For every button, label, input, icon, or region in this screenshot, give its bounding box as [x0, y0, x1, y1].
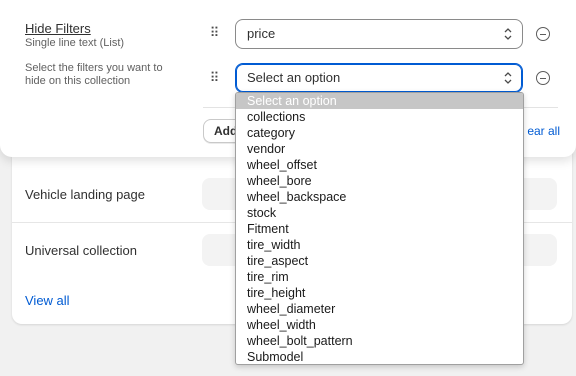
dropdown-option[interactable]: tire_rim: [236, 269, 523, 285]
field-type-subtitle: Single line text (List): [25, 37, 125, 49]
dropdown-option[interactable]: tire_width: [236, 237, 523, 253]
dropdown-option[interactable]: wheel_bolt_pattern: [236, 333, 523, 349]
dropdown-option[interactable]: collections: [236, 109, 523, 125]
dropdown-option[interactable]: tire_aspect: [236, 253, 523, 269]
field-description: Select the filters you want to hide on t…: [25, 62, 163, 87]
dropdown-option[interactable]: Fitment: [236, 221, 523, 237]
view-all-link[interactable]: View all: [25, 293, 70, 308]
dropdown-option[interactable]: Select an option: [236, 93, 523, 109]
filter-select-1[interactable]: price: [235, 19, 523, 49]
dropdown-option[interactable]: wheel_width: [236, 317, 523, 333]
dropdown-option[interactable]: Submodel: [236, 349, 523, 364]
dropdown-option[interactable]: vendor: [236, 141, 523, 157]
metafield-row-label: Vehicle landing page: [25, 186, 145, 202]
hide-filters-title[interactable]: Hide Filters: [25, 21, 91, 36]
drag-handle-icon[interactable]: [209, 26, 219, 40]
filter-select-value: Select an option: [247, 70, 341, 85]
dropdown-option[interactable]: stock: [236, 205, 523, 221]
dropdown-option[interactable]: category: [236, 125, 523, 141]
drag-handle-icon[interactable]: [209, 71, 219, 85]
filter-options-dropdown[interactable]: Select an option collections category vendo…: [235, 92, 524, 365]
filter-select-2[interactable]: Select an option: [235, 63, 523, 93]
metafield-row-label: Universal collection: [25, 242, 137, 258]
dropdown-option[interactable]: wheel_backspace: [236, 189, 523, 205]
chevron-up-down-icon: [504, 72, 512, 84]
filter-select-value: price: [247, 26, 276, 41]
dropdown-option[interactable]: tire_height: [236, 285, 523, 301]
remove-circle-icon[interactable]: [536, 27, 550, 41]
chevron-up-down-icon: [504, 28, 512, 40]
dropdown-option[interactable]: wheel_offset: [236, 157, 523, 173]
dropdown-option[interactable]: wheel_bore: [236, 173, 523, 189]
remove-circle-icon[interactable]: [536, 71, 550, 85]
dropdown-option[interactable]: wheel_diameter: [236, 301, 523, 317]
